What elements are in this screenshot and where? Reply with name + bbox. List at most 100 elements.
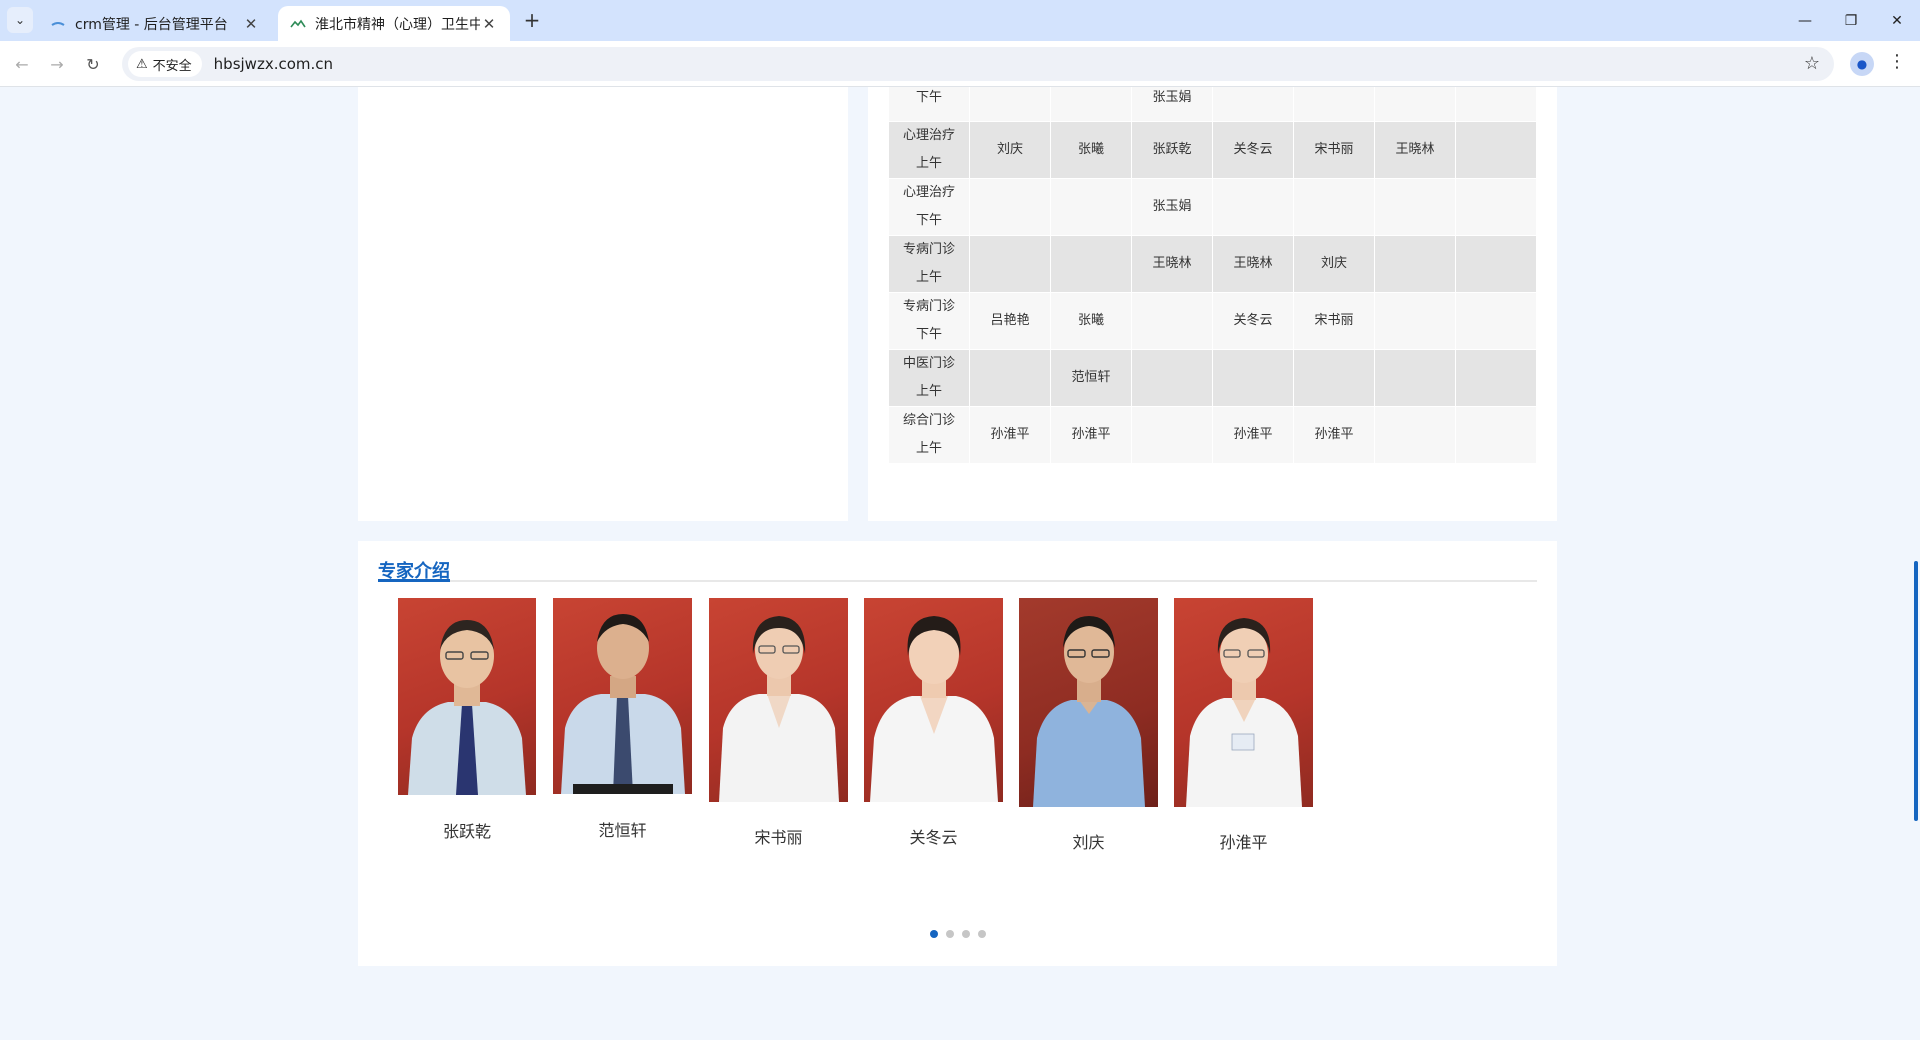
doctor-name[interactable]: 孙淮平 [1174,829,1313,853]
clinic-type-label: 综合门诊 [902,413,955,428]
restore-button[interactable]: ❐ [1828,0,1874,41]
schedule-cell [969,349,1051,407]
minimize-button[interactable]: — [1782,0,1828,41]
forward-arrow-icon[interactable]: → [44,51,70,77]
schedule-cell: 张玉娟 [1131,178,1213,236]
schedule-row: 专病门诊 下午 吕艳艳 张曦 关冬云 宋书丽 [888,292,1537,350]
tab-close-icon[interactable]: ✕ [242,15,260,33]
browser-toolbar: ← → ↻ ⚠ 不安全 hbsjwzx.com.cn ☆ ● ⋮ [0,41,1920,87]
schedule-cell [1455,406,1537,464]
carousel-pagination [930,930,986,938]
left-content-panel [358,87,848,521]
time-slot-label: 上午 [915,441,942,456]
doctor-name[interactable]: 刘庆 [1019,829,1158,853]
schedule-cell [1212,178,1294,236]
doctor-card[interactable]: 范恒轩 [553,598,692,840]
doctor-photo[interactable] [864,598,1003,802]
new-tab-button[interactable]: + [520,8,544,32]
doctor-card[interactable]: 张跃乾 [398,598,536,841]
schedule-cell [1455,87,1537,122]
schedule-panel: 下午 张玉娟 心理治疗 上午 刘庆 张曦 张跃乾 关冬云 宋书丽 王晓林 心理治疗 下午 张玉娟 专病门诊… [868,87,1557,521]
schedule-cell: 张曦 [1050,121,1132,179]
schedule-cell: 张曦 [1050,292,1132,350]
tab-crm[interactable]: crm管理 - 后台管理平台 ✕ [38,6,272,41]
doctor-card[interactable]: 孙淮平 [1174,598,1313,852]
browser-menu-icon[interactable]: ⋮ [1888,51,1906,72]
schedule-cell: 张跃乾 [1131,121,1213,179]
page-viewport: 下午 张玉娟 心理治疗 上午 刘庆 张曦 张跃乾 关冬云 宋书丽 王晓林 心理治疗 下午 张玉娟 专病门诊… [0,87,1920,1040]
schedule-row: 心理治疗 上午 刘庆 张曦 张跃乾 关冬云 宋书丽 王晓林 [888,121,1537,179]
schedule-row: 心理治疗 下午 张玉娟 [888,178,1537,236]
doctor-photo[interactable] [553,598,692,794]
window-close-button[interactable]: ✕ [1874,0,1920,41]
clinic-type-label: 中医门诊 [902,356,955,371]
schedule-cell [1212,87,1294,122]
browser-tab-bar: ⌄ crm管理 - 后台管理平台 ✕ 淮北市精神（心理）卫生中心 ✕ + — ❐… [0,0,1920,41]
schedule-cell [1455,178,1537,236]
schedule-cell: 孙淮平 [969,406,1051,464]
tab-hbsjwzx[interactable]: 淮北市精神（心理）卫生中心 ✕ [278,6,510,41]
doctor-photo[interactable] [398,598,536,795]
page-scrollbar-thumb[interactable] [1914,561,1918,821]
schedule-cell [1293,87,1375,122]
schedule-cell [1455,235,1537,293]
schedule-cell [1374,235,1456,293]
doctor-name[interactable]: 张跃乾 [398,818,536,842]
tab-title: 淮北市精神（心理）卫生中心 [315,16,480,33]
schedule-cell [1050,178,1132,236]
doctor-photo[interactable] [709,598,848,802]
schedule-cell: 孙淮平 [1050,406,1132,464]
bookmark-star-icon[interactable]: ☆ [1804,53,1820,74]
tab-close-icon[interactable]: ✕ [480,15,498,33]
schedule-cell [1293,349,1375,407]
doctor-photo[interactable] [1019,598,1158,807]
schedule-cell: 刘庆 [1293,235,1375,293]
carousel-dot[interactable] [930,930,938,938]
schedule-cell: 王晓林 [1212,235,1294,293]
doctor-card[interactable]: 宋书丽 [709,598,848,847]
doctor-card[interactable]: 刘庆 [1019,598,1158,852]
doctor-photo[interactable] [1174,598,1313,807]
schedule-cell [1374,178,1456,236]
schedule-cell: 张玉娟 [1131,87,1213,122]
schedule-cell [969,235,1051,293]
session-cell: 心理治疗 下午 [888,178,970,236]
schedule-cell: 吕艳艳 [969,292,1051,350]
session-cell: 专病门诊 上午 [888,235,970,293]
schedule-cell [1212,349,1294,407]
session-cell: 综合门诊 上午 [888,406,970,464]
doctor-name[interactable]: 范恒轩 [553,817,692,841]
carousel-dot[interactable] [962,930,970,938]
time-slot-label: 上午 [915,384,942,399]
schedule-cell: 关冬云 [1212,292,1294,350]
address-bar[interactable]: ⚠ 不安全 hbsjwzx.com.cn ☆ [122,47,1834,81]
doctor-name[interactable]: 关冬云 [864,824,1003,848]
section-header: 专家介绍 [378,557,1537,582]
doctor-name[interactable]: 宋书丽 [709,824,848,848]
schedule-cell: 王晓林 [1131,235,1213,293]
schedule-cell [1374,349,1456,407]
security-chip[interactable]: ⚠ 不安全 [128,51,202,77]
section-title[interactable]: 专家介绍 [378,557,450,582]
session-cell: 心理治疗 上午 [888,121,970,179]
tab-search-chevron-down-icon[interactable]: ⌄ [7,7,33,33]
session-cell: 专病门诊 下午 [888,292,970,350]
schedule-row: 下午 张玉娟 [888,87,1537,122]
url-text[interactable]: hbsjwzx.com.cn [214,55,333,73]
doctor-card[interactable]: 关冬云 [864,598,1003,847]
warning-triangle-icon: ⚠ [136,56,148,72]
carousel-dot[interactable] [946,930,954,938]
back-arrow-icon[interactable]: ← [9,51,35,77]
reload-icon[interactable]: ↻ [80,51,106,77]
profile-avatar-icon[interactable]: ● [1850,52,1874,76]
schedule-cell: 孙淮平 [1293,406,1375,464]
schedule-row: 专病门诊 上午 王晓林 王晓林 刘庆 [888,235,1537,293]
clinic-type-label: 专病门诊 [902,299,955,314]
carousel-dot[interactable] [978,930,986,938]
time-slot-label: 下午 [915,89,942,105]
tab-title: crm管理 - 后台管理平台 [75,16,228,33]
doctor-schedule-table: 下午 张玉娟 心理治疗 上午 刘庆 张曦 张跃乾 关冬云 宋书丽 王晓林 心理治疗 下午 张玉娟 专病门诊… [888,87,1537,464]
schedule-cell [1374,87,1456,122]
session-cell: 下午 [888,87,970,122]
crm-favicon-icon [50,16,66,32]
